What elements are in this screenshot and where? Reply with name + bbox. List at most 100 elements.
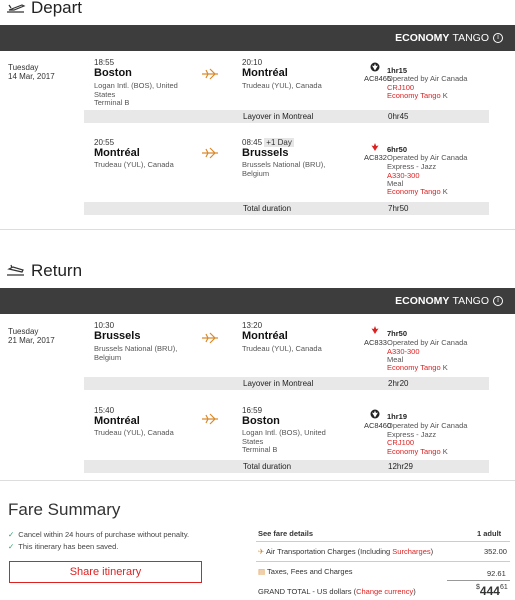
return-date: 21 Mar, 2017: [8, 336, 55, 345]
air-canada-logo-icon: [370, 409, 380, 419]
dep-airport: Trudeau (YUL), Canada: [94, 428, 174, 437]
dep-airport: Logan Intl. (BOS), United: [94, 81, 178, 90]
depart-cabin-bar: ECONOMY TANGO i: [0, 25, 515, 51]
dep-airport: Trudeau (YUL), Canada: [94, 160, 174, 169]
fare-class[interactable]: Economy Tango: [387, 447, 441, 456]
checkmark-icon: ✓: [8, 542, 15, 551]
cabin-class: ECONOMY: [395, 32, 450, 44]
arr-city: Brussels: [242, 147, 289, 159]
layover-time: 2hr20: [388, 379, 409, 388]
return-cabin-bar: ECONOMY TANGO i: [0, 288, 515, 314]
total-label: Total duration: [243, 204, 292, 213]
depart-title: Depart: [31, 0, 83, 17]
fare-code: K: [442, 91, 448, 100]
dep-terminal: Terminal B: [94, 98, 130, 107]
checkmark-icon: ✓: [8, 530, 15, 539]
see-fare-details-link[interactable]: See fare details: [258, 529, 313, 538]
arr-time: 20:10: [242, 58, 263, 67]
seg-duration: 7hr50: [387, 329, 408, 338]
plus-day-badge: +1 Day: [264, 138, 294, 147]
info-icon[interactable]: i: [493, 296, 503, 306]
change-currency-link[interactable]: Change currency: [356, 587, 413, 596]
flight-number[interactable]: AC833: [364, 338, 387, 347]
layover-time: 0hr45: [388, 112, 409, 121]
grand-total-cents: 61: [499, 584, 508, 591]
divider: [256, 541, 510, 542]
layover-label: Layover in Montreal: [243, 379, 314, 388]
check-saved: ✓ This itinerary has been saved.: [8, 542, 118, 551]
total-time: 12hr29: [388, 462, 413, 471]
cabin-fare-name: TANGO: [452, 32, 489, 44]
arr-time: 08:45: [242, 138, 263, 147]
dep-time: 18:55: [94, 58, 115, 67]
fare-code: K: [442, 187, 448, 196]
fare-code: K: [442, 363, 448, 372]
total-label: Total duration: [243, 462, 292, 471]
flight-arrow-icon: [202, 68, 218, 80]
divider: [0, 480, 515, 481]
dep-time: 20:55: [94, 138, 115, 147]
total-row: Total duration 7hr50: [84, 202, 489, 215]
dep-city: Montréal: [94, 415, 140, 427]
dep-airport: Brussels National (BRU),: [94, 344, 178, 353]
info-icon[interactable]: i: [493, 33, 503, 43]
plane-small-icon: ✈: [258, 547, 265, 556]
arr-airport: Logan Intl. (BOS), United: [242, 428, 326, 437]
air-charges-value: 352.00: [484, 547, 507, 556]
flight-number[interactable]: AC832: [364, 153, 387, 162]
flight-arrow-icon: [202, 413, 218, 425]
operated-by-line2: Express - Jazz: [387, 162, 437, 171]
air-canada-logo-icon: [370, 142, 380, 152]
check-saved-text: This itinerary has been saved.: [18, 542, 119, 551]
dep-city: Boston: [94, 67, 132, 79]
cabin-fare-name: TANGO: [452, 295, 489, 307]
surcharges-link[interactable]: Surcharges: [392, 547, 430, 556]
total-row: Total duration 12hr29: [84, 460, 489, 473]
seg-duration: 1hr19: [387, 412, 408, 421]
plane-return-icon: [7, 264, 24, 276]
share-itinerary-button[interactable]: Share itinerary: [9, 561, 202, 583]
air-charges-close: ): [430, 547, 434, 556]
taxes-line: ▤ Taxes, Fees and Charges: [258, 567, 353, 576]
operated-by: Operated by Air Canada: [387, 74, 468, 83]
flight-arrow-icon: [202, 147, 218, 159]
fare-class[interactable]: Economy Tango: [387, 187, 441, 196]
air-charges-label: Air Transportation Charges (Including: [265, 547, 393, 556]
operated-by: Operated by Air Canada: [387, 338, 468, 347]
dep-city: Brussels: [94, 330, 141, 342]
air-charges-line: ✈ Air Transportation Charges (Including …: [258, 547, 433, 556]
grand-total-close: ): [413, 587, 416, 596]
divider: [256, 561, 510, 562]
depart-date: 14 Mar, 2017: [8, 72, 55, 81]
air-canada-logo-icon: [370, 325, 380, 335]
taxes-label: Taxes, Fees and Charges: [267, 567, 353, 576]
arr-airport: Trudeau (YUL), Canada: [242, 344, 322, 353]
operated-by: Operated by Air Canada: [387, 421, 468, 430]
cabin-class: ECONOMY: [395, 295, 450, 307]
fare-summary-title: Fare Summary: [8, 500, 121, 519]
dep-time: 10:30: [94, 321, 115, 330]
return-header: Return: [6, 261, 82, 281]
aircraft-type[interactable]: CRJ100: [387, 438, 414, 447]
arr-airport: Trudeau (YUL), Canada: [242, 81, 322, 90]
fare-code: K: [442, 447, 448, 456]
grand-total-label: GRAND TOTAL - US dollars (: [258, 587, 357, 596]
fare-class[interactable]: Economy Tango: [387, 363, 441, 372]
check-cancel-text: Cancel within 24 hours of purchase witho…: [18, 530, 190, 539]
depart-day: Tuesday: [8, 63, 39, 72]
return-day: Tuesday: [8, 327, 39, 336]
operated-by: Operated by Air Canada: [387, 153, 468, 162]
grand-total-line: GRAND TOTAL - US dollars (Change currenc…: [258, 587, 416, 596]
total-time: 7hr50: [388, 204, 409, 213]
flight-arrow-icon: [202, 332, 218, 344]
layover-row: Layover in Montreal 2hr20: [84, 377, 489, 390]
arr-time: 16:59: [242, 406, 263, 415]
arr-city: Boston: [242, 415, 280, 427]
grand-total-amount: $44461: [476, 584, 508, 598]
fare-class[interactable]: Economy Tango: [387, 91, 441, 100]
sum-rule: [447, 580, 510, 581]
plane-depart-icon: [7, 4, 26, 13]
grand-total-whole: 444: [479, 584, 500, 598]
layover-row: Layover in Montreal 0hr45: [84, 110, 489, 123]
divider: [0, 229, 515, 230]
